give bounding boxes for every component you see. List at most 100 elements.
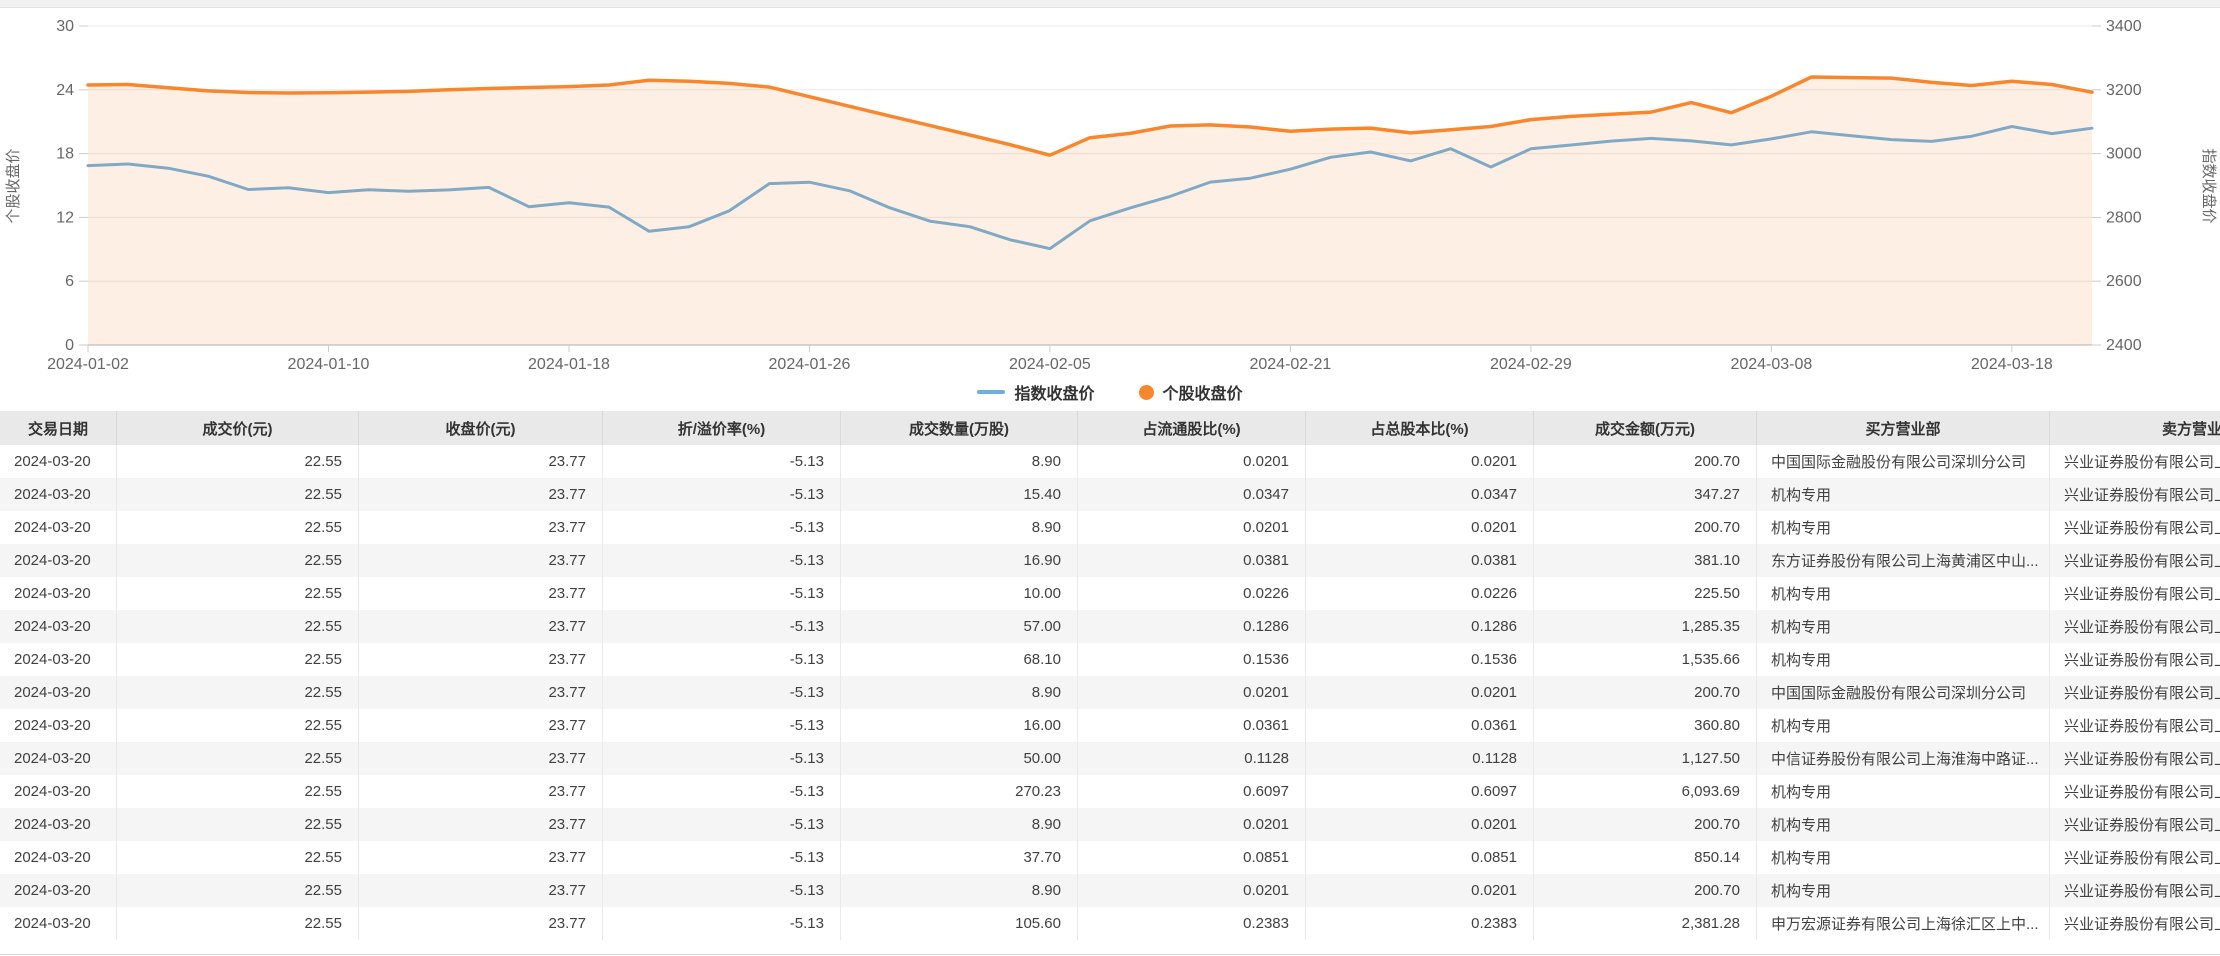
- cell: 270.23: [840, 775, 1078, 808]
- left-axis-title: 个股收盘价: [4, 148, 22, 223]
- cell: 兴业证券股份有限公司上海临港新片区证...: [2049, 676, 2220, 709]
- cell: 兴业证券股份有限公司上海临港新片区证...: [2049, 841, 2220, 874]
- cell: 机构专用: [1756, 808, 2050, 841]
- table-row[interactable]: 2024-03-20 22.55 23.77 -5.13 270.23 0.6097 0.6…: [0, 775, 2220, 808]
- legend-item-个股收盘价[interactable]: 个股收盘价: [1138, 380, 1243, 404]
- table-row[interactable]: 2024-03-20 22.55 23.77 -5.13 8.90 0.0201 0.020…: [0, 808, 2220, 841]
- right-axis-label: 2800: [2106, 209, 2142, 226]
- cell: 22.55: [116, 841, 359, 874]
- cell: 200.70: [1533, 874, 1757, 907]
- cell: -5.13: [602, 544, 841, 577]
- column-header-2: 成交价(元): [116, 411, 359, 445]
- cell: 2024-03-20: [14, 750, 91, 767]
- cell: 兴业证券股份有限公司上海临港新片区证...: [2049, 577, 2220, 610]
- cell: 360.80: [1533, 709, 1757, 742]
- cell: 兴业证券股份有限公司上海临港新片区证...: [2049, 709, 2220, 742]
- cell: 兴业证券股份有限公司上海临港新片区证...: [2049, 544, 2220, 577]
- cell: -5.13: [602, 775, 841, 808]
- right-axis-label: 3200: [2106, 82, 2142, 99]
- table-row[interactable]: 2024-03-20 22.55 23.77 -5.13 15.40 0.0347 0.03…: [0, 478, 2220, 511]
- table-row[interactable]: 2024-03-20 22.55 23.77 -5.13 8.90 0.0201 0.020…: [0, 874, 2220, 907]
- left-axis-label: 24: [56, 82, 74, 99]
- column-header-7: 占总股本比(%): [1305, 411, 1534, 445]
- left-axis-label: 12: [56, 209, 74, 226]
- cell: 50.00: [840, 742, 1078, 775]
- cell: 机构专用: [1756, 511, 2050, 544]
- cell: 850.14: [1533, 841, 1757, 874]
- table-row[interactable]: 2024-03-20 22.55 23.77 -5.13 16.90 0.0381 0.03…: [0, 544, 2220, 577]
- table-row[interactable]: 2024-03-20 22.55 23.77 -5.13 8.90 0.0201 0.020…: [0, 676, 2220, 709]
- cell: 200.70: [1533, 511, 1757, 544]
- column-header-5: 成交数量(万股): [840, 411, 1078, 445]
- cell: 0.0851: [1077, 841, 1306, 874]
- cell: 10.00: [840, 577, 1078, 610]
- cell: 57.00: [840, 610, 1078, 643]
- cell: 16.90: [840, 544, 1078, 577]
- cell: 0.0381: [1077, 544, 1306, 577]
- cell: 15.40: [840, 478, 1078, 511]
- cell: 23.77: [358, 709, 603, 742]
- column-header-9: 买方营业部: [1756, 411, 2050, 445]
- cell: 23.77: [358, 808, 603, 841]
- cell: 机构专用: [1756, 643, 2050, 676]
- cell: 2024-03-20: [14, 585, 91, 602]
- cell: 22.55: [116, 445, 359, 478]
- cell: 22.55: [116, 742, 359, 775]
- cell: 2024-03-20: [14, 519, 91, 536]
- cell: 23.77: [358, 676, 603, 709]
- cell: 105.60: [840, 907, 1078, 940]
- column-header-6: 占流通股比(%): [1077, 411, 1306, 445]
- chart-canvas[interactable]: 0 2400 6 2600 12 2800 18 3000 24 3200 30 3400 2024-0…: [0, 8, 2220, 411]
- series-area-个股收盘价: [88, 77, 2092, 345]
- cell: 兴业证券股份有限公司上海临港新片区证...: [2049, 643, 2220, 676]
- cell: 0.0347: [1077, 478, 1306, 511]
- cell: 8.90: [840, 445, 1078, 478]
- cell: 机构专用: [1756, 841, 2050, 874]
- table-row[interactable]: 2024-03-20 22.55 23.77 -5.13 105.60 0.2383 0.2…: [0, 907, 2220, 940]
- cell: 1,535.66: [1533, 643, 1757, 676]
- x-axis-label: 2024-02-21: [1249, 356, 1331, 373]
- cell: 0.0201: [1077, 511, 1306, 544]
- cell: 347.27: [1533, 478, 1757, 511]
- cell: 23.77: [358, 544, 603, 577]
- price-chart[interactable]: 0 2400 6 2600 12 2800 18 3000 24 3200 30 3400 2024-0…: [0, 8, 2220, 411]
- cell: 机构专用: [1756, 577, 2050, 610]
- cell: 8.90: [840, 511, 1078, 544]
- cell: 机构专用: [1756, 478, 2050, 511]
- cell: 0.0201: [1305, 676, 1534, 709]
- table-row[interactable]: 2024-03-20 22.55 23.77 -5.13 8.90 0.0201 0.020…: [0, 511, 2220, 544]
- table-row[interactable]: 2024-03-20 22.55 23.77 -5.13 10.00 0.0226 0.02…: [0, 577, 2220, 610]
- table-row[interactable]: 2024-03-20 22.55 23.77 -5.13 37.70 0.0851 0.08…: [0, 841, 2220, 874]
- x-axis-label: 2024-01-26: [769, 356, 851, 373]
- cell: 0.0201: [1077, 445, 1306, 478]
- cell: 东方证券股份有限公司上海黄浦区中山...: [1756, 544, 2050, 577]
- cell: 2024-03-20: [14, 486, 91, 503]
- cell: 0.0201: [1305, 511, 1534, 544]
- cell: 23.77: [358, 445, 603, 478]
- chart-legend: 指数收盘价 个股收盘价: [0, 380, 2220, 404]
- table-row[interactable]: 2024-03-20 22.55 23.77 -5.13 57.00 0.1286 0.12…: [0, 610, 2220, 643]
- table-row[interactable]: 2024-03-20 22.55 23.77 -5.13 16.00 0.0361 0.03…: [0, 709, 2220, 742]
- table-row[interactable]: 2024-03-20 22.55 23.77 -5.13 50.00 0.1128 0.11…: [0, 742, 2220, 775]
- left-axis-label: 30: [56, 18, 74, 35]
- cell: 中国国际金融股份有限公司深圳分公司: [1756, 445, 2050, 478]
- column-header-4: 折/溢价率(%): [602, 411, 841, 445]
- cell: 2024-03-20: [14, 684, 91, 701]
- x-axis-label: 2024-02-29: [1490, 356, 1572, 373]
- cell: -5.13: [602, 841, 841, 874]
- x-axis-label: 2024-03-18: [1971, 356, 2053, 373]
- block-trade-table-wrap: 交易日期 成交价(元) 收盘价(元) 折/溢价率(%) 成交数量(万股) 占流通股比(%)…: [0, 411, 2220, 955]
- circle-marker-icon: [1138, 384, 1154, 400]
- table-row[interactable]: 2024-03-20 22.55 23.77 -5.13 8.90 0.0201 0.020…: [0, 445, 2220, 478]
- table-row[interactable]: 2024-03-20 22.55 23.77 -5.13 68.10 0.1536 0.15…: [0, 643, 2220, 676]
- cell: 申万宏源证券有限公司上海徐汇区上中...: [1756, 907, 2050, 940]
- right-axis-label: 3000: [2106, 146, 2142, 163]
- cell: -5.13: [602, 709, 841, 742]
- cell: 机构专用: [1756, 874, 2050, 907]
- cell: 兴业证券股份有限公司上海临港新片区证...: [2049, 907, 2220, 940]
- cell: 22.55: [116, 775, 359, 808]
- cell: 兴业证券股份有限公司上海临港新片区证...: [2049, 610, 2220, 643]
- cell: 2,381.28: [1533, 907, 1757, 940]
- cell: -5.13: [602, 610, 841, 643]
- legend-item-指数收盘价[interactable]: 指数收盘价: [977, 380, 1095, 404]
